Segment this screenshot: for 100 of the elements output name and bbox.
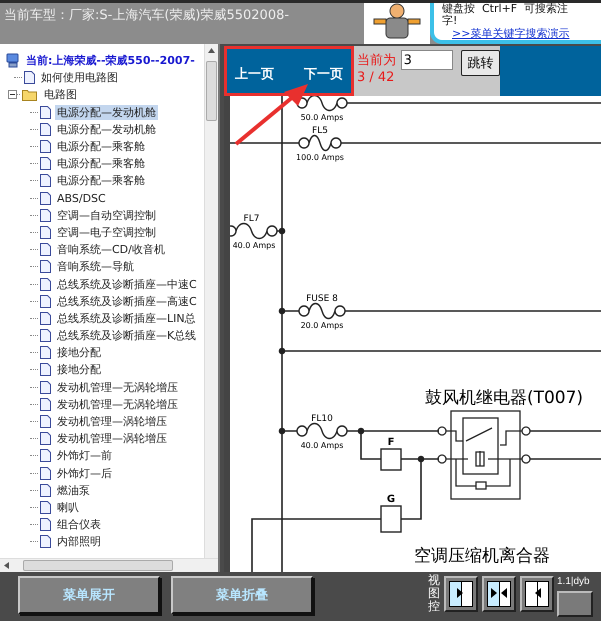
fuse-rating: 40.0 Amps [232,241,276,250]
document-icon [40,294,51,308]
current-page-label: 当前为 [357,52,397,69]
connector-box [380,448,402,471]
tree-item[interactable]: 电源分配—乘客舱 [55,139,147,154]
tree-item[interactable]: 外饰灯—后 [55,466,114,481]
document-icon [24,71,35,84]
document-icon [40,140,51,154]
clutch-title: 空调压缩机离合器 [414,546,550,566]
tree-item[interactable]: 内部照明 [55,534,103,550]
tree-root-label[interactable]: 当前:上海荣威--荣威550--2007- [24,53,197,68]
fuse-label: FL10 [311,414,333,424]
document-icon [40,312,51,325]
page-count: 3 / 42 [357,70,396,85]
collapse-toggle-icon[interactable] [8,90,17,100]
scrollbar-thumb[interactable] [206,61,217,121]
view-button[interactable] [444,576,478,612]
tree-item[interactable]: 电源分配—乘客舱 [55,156,147,172]
document-icon [40,518,51,532]
document-icon [40,329,51,342]
document-icon [40,500,51,514]
tree-item[interactable]: 总线系统及诊断插座—LIN总 [55,310,198,326]
tree-item[interactable]: 电源分配—发动机舱 [55,122,158,137]
tree-item[interactable]: 喇叭 [55,500,81,515]
fuse-symbol [298,134,342,152]
fuse-label: FL7 [244,214,260,224]
document-icon [40,484,51,497]
tree-item[interactable]: 接地分配 [55,345,103,360]
next-page-link[interactable]: 下一页 [304,65,343,83]
tree-item[interactable]: 空调—电子空调控制 [55,224,158,240]
tree-item[interactable]: 电源分配—乘客舱 [55,173,147,188]
document-icon [40,157,51,170]
document-icon [40,380,51,394]
tree-item[interactable]: 音响系统—导航 [55,259,136,274]
panel-left-icon [525,581,549,607]
tree-folder[interactable]: 电路图 [42,87,79,102]
document-icon [40,122,51,136]
document-icon [40,243,51,256]
tree-item[interactable]: 总线系统及诊断插座—中速C [55,276,199,292]
tree-item[interactable]: 总线系统及诊断插座—高速C [55,294,199,309]
fuse-label: FUSE 8 [306,294,338,304]
tree-item[interactable]: 外饰灯—前 [55,448,114,464]
tree-item[interactable]: 发动机管理—涡轮增压 [55,431,169,446]
view-button[interactable] [520,576,554,612]
connector-box [380,505,402,533]
tree-item[interactable]: 组合仪表 [55,517,103,532]
document-icon [40,106,51,119]
document-icon [40,260,51,274]
scrollbar-thumb[interactable] [23,560,173,571]
panel-right-icon [449,581,473,607]
fuse-label: FL5 [312,126,328,136]
document-icon [40,208,51,222]
tree-item[interactable]: 音响系统—CD/收音机 [55,242,167,258]
view-control-label: 视图控 [428,574,440,614]
panel-split-icon [487,581,511,607]
page-input[interactable]: 3 [400,50,453,70]
search-demo-link[interactable]: >>菜单关键字搜索演示 [452,27,570,40]
car-model-title: 当前车型：厂家:S-上海汽车(荣威)荣威5502008- [3,7,290,25]
document-icon [40,346,51,360]
vertical-scrollbar[interactable] [204,44,218,558]
document-icon [40,226,51,239]
view-button[interactable] [482,576,516,612]
version-text: 1.1|dyb [557,576,591,587]
fuse-rating: 100.0 Amps [296,153,344,162]
tree-item[interactable]: 发动机管理—无涡轮增压 [55,380,180,395]
document-icon [40,432,51,446]
tree-item[interactable]: 发动机管理—涡轮增压 [55,414,169,430]
fuse-symbol [296,422,348,440]
document-icon [40,363,51,376]
tree-item[interactable]: 燃油泵 [55,482,92,498]
tip-text: 字! [442,15,458,27]
fuse-rating: 50.0 Amps [300,113,344,122]
document-icon [40,278,51,291]
tree-item[interactable]: 发动机管理—无涡轮增压 [55,396,180,412]
document-icon [40,535,51,548]
tree-item[interactable]: 接地分配 [55,362,103,378]
document-icon [40,174,51,188]
prev-page-link[interactable]: 上一页 [235,65,274,83]
connector-label: F [388,437,394,448]
tree-item[interactable]: 电源分配—发动机舱 [55,104,158,120]
relay-title: 鼓风机继电器(T007) [424,388,584,408]
fuse-symbol [298,302,346,320]
tree-item[interactable]: 总线系统及诊断插座—K总线 [55,328,198,344]
tree-item[interactable]: 如何使用电路图 [39,70,120,86]
document-icon [40,449,51,462]
document-icon [40,192,51,205]
computer-icon [6,53,20,68]
scroll-left-arrow-icon[interactable] [3,562,10,569]
document-icon [40,466,51,480]
connector-label: G [386,494,396,505]
fuse-rating: 40.0 Amps [300,441,344,450]
footer-button[interactable] [557,591,593,617]
scroll-up-arrow-icon[interactable] [208,47,215,54]
fuse-rating: 20.0 Amps [300,321,344,330]
tree-item[interactable]: 空调—自动空调控制 [55,208,158,223]
tree-item[interactable]: ABS/DSC [55,192,108,205]
document-icon [40,398,51,411]
tip-text: 键盘按 Ctrl+F 可搜索注 [442,3,570,15]
horizontal-scrollbar[interactable] [0,558,218,572]
go-button[interactable]: 跳转 [461,50,500,76]
